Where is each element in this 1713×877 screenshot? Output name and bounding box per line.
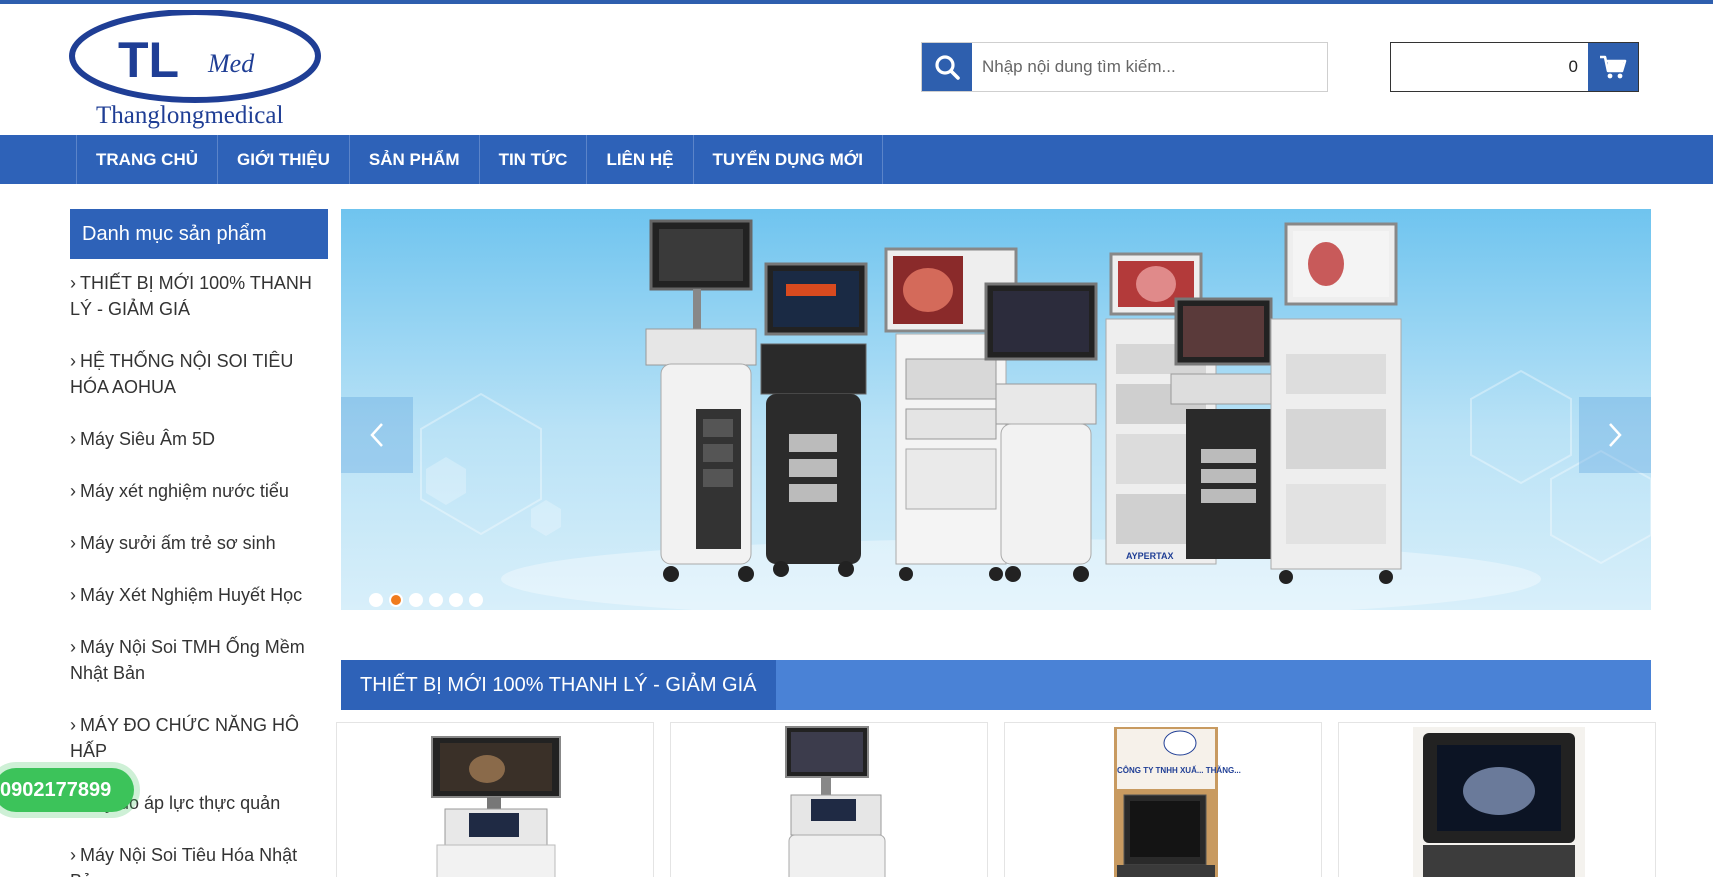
sidebar-item-infant-warmer[interactable]: › Máy sưởi ấm trẻ sơ sinh [70, 530, 320, 556]
ultrasound-cart-2 [760, 262, 868, 577]
slider-dot[interactable] [369, 593, 383, 607]
hero-slide-image: AYPERTAX [420, 219, 1651, 610]
product-sign-text: CÔNG TY TNHH XUẤ... THĂNG... [1117, 765, 1241, 775]
slider-dot[interactable] [469, 593, 483, 607]
chevron-right-icon: › [70, 273, 76, 293]
slider-dot-active[interactable] [389, 593, 403, 607]
cart-box[interactable]: 0 [1390, 42, 1639, 92]
chevron-right-icon: › [70, 533, 76, 553]
search-box [921, 42, 1328, 92]
chevron-right-icon: › [70, 585, 76, 605]
sidebar-item-urine-analyzer[interactable]: › Máy xét nghiệm nước tiểu [70, 478, 320, 504]
search-button[interactable] [922, 43, 972, 91]
nav-item-news[interactable]: TIN TỨC [480, 135, 588, 184]
logo-script: Med [207, 49, 255, 78]
product-image [431, 736, 561, 877]
logo-initials: TL [118, 32, 179, 88]
top-accent-strip [0, 0, 1713, 4]
ultrasound-cart-3 [984, 282, 1098, 582]
sidebar-item-aohua-endoscopy[interactable]: › HỆ THỐNG NỘI SOI TIÊU HÓA AOHUA [70, 348, 320, 400]
cart-count: 0 [1568, 57, 1578, 76]
ultrasound-cart-1 [645, 219, 757, 582]
chevron-right-icon: › [70, 715, 76, 735]
slider-dots [369, 593, 483, 607]
cart-button[interactable] [1588, 43, 1638, 91]
slider-dot[interactable] [449, 593, 463, 607]
slider-next-button[interactable] [1579, 397, 1651, 473]
chevron-right-icon: › [70, 481, 76, 501]
nav-item-careers[interactable]: TUYỂN DỤNG MỚI [694, 135, 884, 184]
nav-item-home[interactable]: TRANG CHỦ [77, 135, 218, 184]
sidebar-item-spirometer[interactable]: › MÁY ĐO CHỨC NĂNG HÔ HẤP [70, 712, 320, 764]
product-card[interactable] [1338, 722, 1656, 877]
chevron-right-icon: › [70, 845, 76, 865]
sidebar-item-clearance[interactable]: › THIẾT BỊ MỚI 100% THANH LÝ - GIẢM GIÁ [70, 270, 320, 322]
sidebar-item-hematology[interactable]: › Máy Xét Nghiệm Huyết Học [70, 582, 320, 608]
product-image [1413, 727, 1585, 877]
section-title[interactable]: THIẾT BỊ MỚI 100% THANH LÝ - GIẢM GIÁ [341, 660, 776, 710]
product-grid: CÔNG TY TNHH XUẤ... THĂNG... [336, 722, 1656, 877]
workstation-tower [1270, 222, 1402, 584]
slider-dot[interactable] [429, 593, 443, 607]
nav-item-contact[interactable]: LIÊN HỆ [587, 135, 694, 184]
logo-brand-name: Thanglongmedical [96, 102, 283, 129]
chevron-right-icon: › [70, 351, 76, 371]
sidebar-title: Danh mục sản phẩm [70, 209, 328, 259]
chevron-right-icon: › [70, 429, 76, 449]
product-image: CÔNG TY TNHH XUẤ... THĂNG... [1114, 727, 1241, 877]
product-card[interactable] [670, 722, 988, 877]
slider-dot[interactable] [409, 593, 423, 607]
product-image [785, 726, 886, 877]
cart-icon [1600, 55, 1627, 79]
sidebar-item-ent-endoscope[interactable]: › Máy Nội Soi TMH Ống Mềm Nhật Bản [70, 634, 320, 686]
chevron-left-icon [370, 423, 383, 447]
site-logo[interactable]: TL Med Thanglongmedical [68, 10, 322, 132]
search-icon [935, 55, 960, 80]
sidebar-item-gi-endoscope[interactable]: ›Máy Nội Soi Tiêu Hóa Nhật Bản [70, 842, 320, 877]
product-card[interactable] [336, 722, 654, 877]
banner-brand-mark: AYPERTAX [1126, 551, 1174, 561]
nav-item-about[interactable]: GIỚI THIỆU [218, 135, 350, 184]
chevron-right-icon: › [70, 637, 76, 657]
slider-prev-button[interactable] [341, 397, 413, 473]
sidebar-item-ultrasound-5d[interactable]: › Máy Siêu Âm 5D [70, 426, 320, 452]
section-header: THIẾT BỊ MỚI 100% THANH LÝ - GIẢM GIÁ [341, 660, 1651, 710]
phone-hotline-button[interactable]: 0902177899 [0, 768, 134, 812]
search-input[interactable] [972, 43, 1327, 91]
ultrasound-cart-4 [1170, 297, 1282, 559]
nav-item-products[interactable]: SẢN PHẨM [350, 135, 480, 184]
main-nav: TRANG CHỦ GIỚI THIỆU SẢN PHẨM TIN TỨC LI… [0, 135, 1713, 184]
chevron-right-icon [1609, 423, 1622, 447]
product-card[interactable]: CÔNG TY TNHH XUẤ... THĂNG... [1004, 722, 1322, 877]
hero-slider[interactable]: AYPERTAX [341, 209, 1651, 610]
